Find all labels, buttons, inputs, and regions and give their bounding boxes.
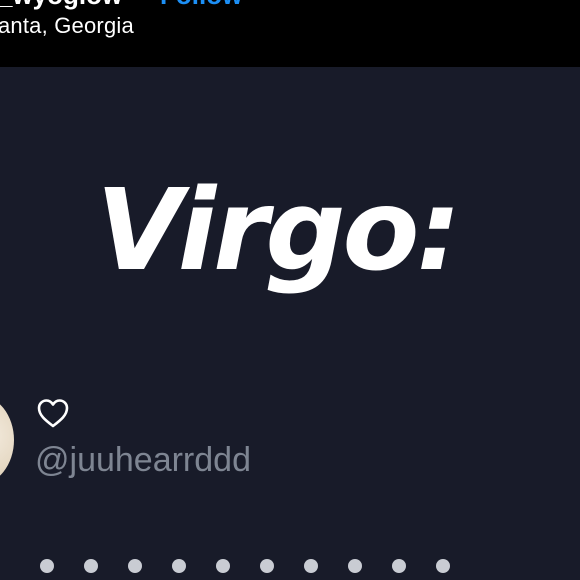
tweet-handle: @juuhearrddd xyxy=(35,441,251,479)
account-username[interactable]: _wyoglow xyxy=(0,0,122,11)
post-headline: Virgo: xyxy=(96,166,461,296)
post-location[interactable]: anta, Georgia xyxy=(0,13,134,39)
heart-icon xyxy=(37,399,69,428)
post-header: _wyoglow Follow anta, Georgia xyxy=(0,0,580,67)
cropped-tweet-text xyxy=(40,551,560,580)
follow-button[interactable]: Follow xyxy=(160,0,242,11)
tweet-avatar xyxy=(0,395,14,485)
post-image: Virgo: @juuhearrddd xyxy=(0,67,580,580)
